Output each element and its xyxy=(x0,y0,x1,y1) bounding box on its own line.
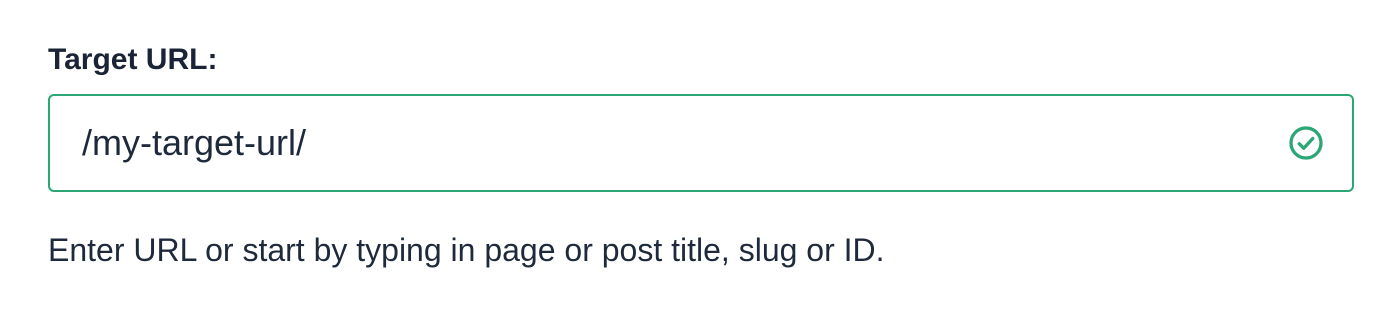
target-url-help-text: Enter URL or start by typing in page or … xyxy=(48,232,885,268)
target-url-field: Target URL: Enter URL or start by typing… xyxy=(48,40,1354,270)
target-url-label: Target URL: xyxy=(48,43,218,76)
target-url-input[interactable] xyxy=(50,96,1352,190)
target-url-input-wrapper[interactable] xyxy=(48,94,1354,192)
check-circle-icon xyxy=(1288,125,1324,161)
